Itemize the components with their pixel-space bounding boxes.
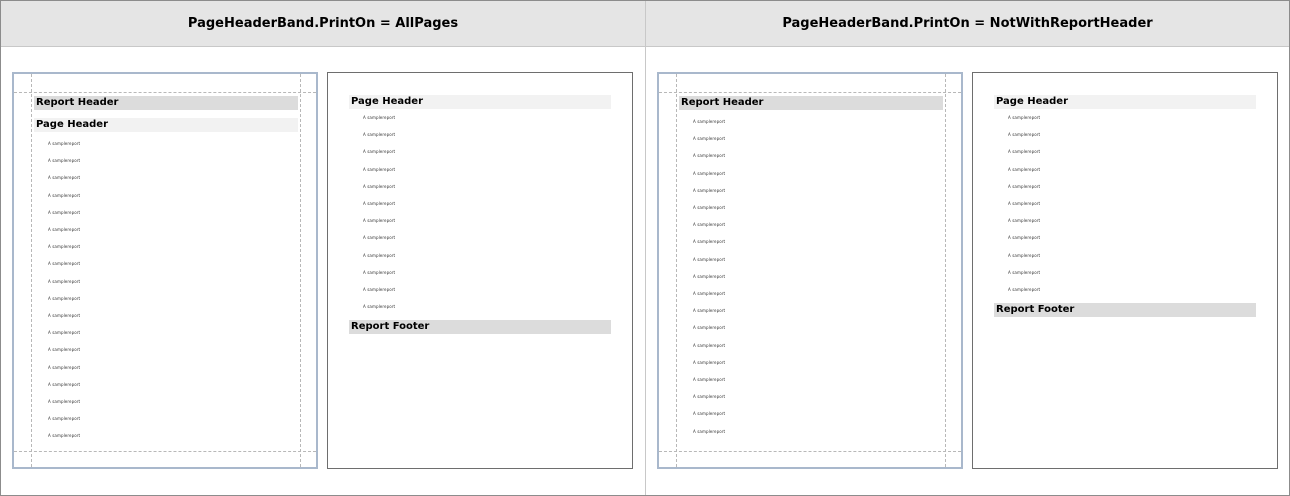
detail-row-text: A samplereport (363, 235, 396, 241)
detail-row-text: A samplereport (48, 158, 81, 164)
report-header-band: Report Header (34, 96, 298, 110)
detail-row-text: A samplereport (48, 399, 81, 404)
detail-row-text: A samplereport (1008, 218, 1041, 224)
detail-row-text: A samplereport (693, 325, 726, 331)
detail-row-text: A samplereport (693, 239, 726, 245)
detail-row-text: A samplereport (693, 394, 726, 400)
detail-row-text: A samplereport (1008, 132, 1041, 138)
detail-row-text: A samplereport (1008, 287, 1041, 292)
margin-guide-right (945, 74, 946, 467)
detail-row-text: A samplereport (1008, 115, 1041, 120)
detail-row-text: A samplereport (48, 175, 81, 181)
detail-row-text: A samplereport (693, 222, 726, 228)
report-header-band: Report Header (679, 96, 943, 110)
page-header-band: Page Header (994, 95, 1256, 109)
detail-row-text: A samplereport (693, 411, 726, 417)
page-header-band: Page Header (349, 95, 611, 109)
column-not-with-report-header: PageHeaderBand.PrintOn = NotWithReportHe… (645, 1, 1289, 495)
detail-row-text: A samplereport (363, 218, 396, 224)
detail-row-text: A samplereport (363, 132, 396, 138)
margin-guide-top (659, 92, 961, 93)
detail-row-text: A samplereport (1008, 252, 1041, 258)
column-title: PageHeaderBand.PrintOn = AllPages (1, 1, 645, 47)
detail-row-text: A samplereport (48, 381, 81, 387)
column-all-pages: PageHeaderBand.PrintOn = AllPages Report… (1, 1, 645, 495)
detail-row-text: A samplereport (693, 256, 726, 262)
detail-row-text: A samplereport (1008, 183, 1041, 189)
margin-guide-bottom (14, 451, 316, 452)
detail-row-text: A samplereport (1008, 149, 1041, 155)
margin-guide-bottom (659, 451, 961, 452)
detail-row-text: A samplereport (693, 119, 726, 124)
detail-row-text: A samplereport (1008, 235, 1041, 241)
detail-row-text: A samplereport (48, 347, 81, 353)
report-page-1: Report Header A samplereport A samplerepo… (657, 72, 963, 469)
margin-guide-right (300, 74, 301, 467)
detail-row-text: A samplereport (693, 291, 726, 296)
detail-row-text: A samplereport (693, 205, 726, 210)
figure-frame: PageHeaderBand.PrintOn = AllPages Report… (0, 0, 1290, 496)
detail-row-text: A samplereport (48, 278, 81, 284)
detail-row-text: A samplereport (48, 295, 81, 301)
margin-guide-left (31, 74, 32, 467)
detail-row-text: A samplereport (48, 261, 81, 267)
detail-row-text: A samplereport (363, 115, 396, 120)
detail-row-text: A samplereport (1008, 166, 1041, 172)
detail-row-text: A samplereport (48, 330, 81, 336)
detail-row-text: A samplereport (48, 141, 81, 146)
detail-row-text: A samplereport (693, 342, 726, 348)
detail-row-text: A samplereport (693, 170, 726, 176)
report-page-2: Page Header Report Footer A samplereport… (972, 72, 1278, 469)
detail-row-text: A samplereport (363, 287, 396, 292)
detail-row-text: A samplereport (693, 273, 726, 279)
detail-row-text: A samplereport (363, 269, 396, 275)
report-footer-band: Report Footer (994, 303, 1256, 317)
report-page-2: Page Header Report Footer A samplereport… (327, 72, 633, 469)
detail-row-text: A samplereport (693, 308, 726, 314)
detail-row-text: A samplereport (48, 313, 81, 318)
detail-row-text: A samplereport (48, 416, 81, 422)
report-footer-band: Report Footer (349, 320, 611, 334)
detail-row-text: A samplereport (363, 166, 396, 172)
detail-row-text: A samplereport (363, 304, 396, 310)
detail-row-text: A samplereport (363, 252, 396, 258)
detail-row-text: A samplereport (48, 192, 81, 198)
margin-guide-top (14, 92, 316, 93)
detail-row-text: A samplereport (48, 364, 81, 370)
detail-row-text: A samplereport (693, 136, 726, 142)
detail-row-text: A samplereport (1008, 269, 1041, 275)
detail-row-text: A samplereport (363, 149, 396, 155)
detail-row-text: A samplereport (48, 433, 81, 439)
detail-row-text: A samplereport (1008, 201, 1041, 206)
detail-row-text: A samplereport (48, 227, 81, 232)
detail-row-text: A samplereport (693, 187, 726, 193)
report-page-1: Report Header Page Header A samplereport… (12, 72, 318, 469)
detail-row-text: A samplereport (363, 201, 396, 206)
detail-row-text: A samplereport (48, 209, 81, 215)
detail-row-text: A samplereport (48, 244, 81, 250)
margin-guide-left (676, 74, 677, 467)
detail-row-text: A samplereport (693, 428, 726, 434)
column-title: PageHeaderBand.PrintOn = NotWithReportHe… (646, 1, 1289, 47)
page-header-band: Page Header (34, 118, 298, 132)
detail-row-text: A samplereport (363, 183, 396, 189)
detail-row-text: A samplereport (693, 153, 726, 159)
detail-row-text: A samplereport (693, 359, 726, 365)
detail-row-text: A samplereport (693, 377, 726, 382)
